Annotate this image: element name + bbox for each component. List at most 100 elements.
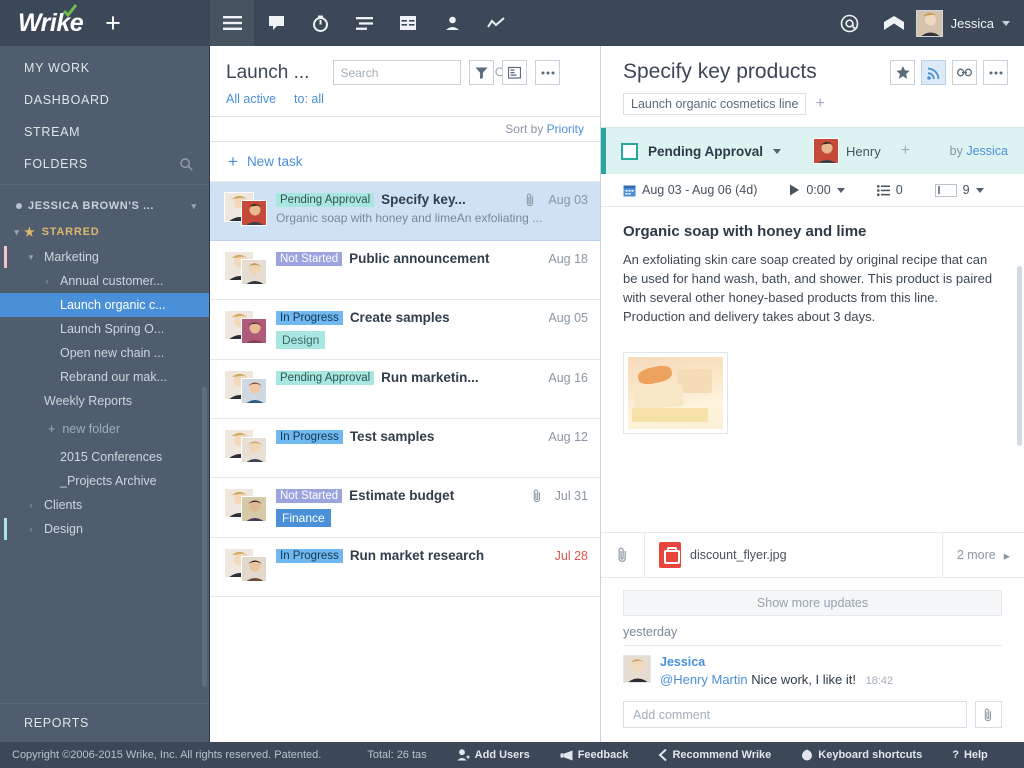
item-count[interactable]: 9	[935, 183, 984, 197]
tree-item-launch-organic[interactable]: Launch organic c...	[0, 293, 209, 317]
page-title[interactable]: Specify key products	[623, 60, 890, 84]
new-folder-button[interactable]: + new folder	[0, 413, 209, 445]
status-badge[interactable]: Pending Approval	[276, 193, 374, 207]
comment-input[interactable]	[623, 701, 967, 728]
more-attachments-button[interactable]: 2 more ▸	[942, 532, 1024, 578]
wrike-logo[interactable]: Wrike	[18, 9, 83, 38]
status-badge[interactable]: Not Started	[276, 252, 342, 266]
mentions-icon[interactable]	[828, 0, 872, 46]
filter-assignee[interactable]: to: all	[294, 92, 324, 106]
table-row[interactable]: Pending Approval Run marketin... Aug 16	[210, 360, 600, 419]
folder-view-button[interactable]	[502, 60, 527, 85]
chevron-down-icon[interactable]: ▾	[24, 252, 38, 263]
new-task-button[interactable]: + New task	[210, 142, 600, 182]
list-view-icon[interactable]	[210, 0, 254, 46]
status-badge[interactable]: In Progress	[276, 430, 343, 444]
chevron-right-icon[interactable]: ›	[40, 276, 54, 286]
status-badge[interactable]: Pending Approval	[276, 371, 374, 385]
chevron-down-icon[interactable]	[837, 188, 845, 193]
table-row[interactable]: Not Started Public announcement Aug 18	[210, 241, 600, 300]
tree-item-clients[interactable]: › Clients	[0, 493, 209, 517]
comment-author[interactable]: Jessica	[660, 655, 893, 669]
tree-item-rebrand[interactable]: Rebrand our mak...	[0, 365, 209, 389]
search-icon[interactable]	[180, 158, 193, 171]
table-row[interactable]: Pending Approval Specify key... Aug 03 O…	[210, 182, 600, 241]
tree-starred-row[interactable]: ▾ ★ STARRED	[0, 219, 209, 245]
description-image[interactable]	[623, 352, 728, 434]
table-icon[interactable]	[386, 0, 430, 46]
add-users-link[interactable]: Add Users	[457, 749, 530, 761]
chat-icon[interactable]	[254, 0, 298, 46]
table-row[interactable]: Not Started Estimate budget Jul 31 Finan…	[210, 478, 600, 538]
table-row[interactable]: In Progress Create samples Aug 05 Design	[210, 300, 600, 360]
tree-item-launch-spring[interactable]: Launch Spring O...	[0, 317, 209, 341]
more-options-button[interactable]	[983, 60, 1008, 85]
feedback-link[interactable]: Feedback	[560, 749, 629, 761]
chevron-right-icon[interactable]: ›	[24, 524, 38, 534]
tree-item-weekly-reports[interactable]: Weekly Reports	[0, 389, 209, 413]
status-badge[interactable]: Pending Approval	[648, 144, 763, 159]
attach-to-comment-button[interactable]	[975, 701, 1002, 728]
copy-link-button[interactable]	[952, 60, 977, 85]
tree-item-open-new-chain[interactable]: Open new chain ...	[0, 341, 209, 365]
follow-button[interactable]	[921, 60, 946, 85]
sidebar-item-reports[interactable]: REPORTS	[0, 703, 209, 742]
mention[interactable]: @Henry Martin	[660, 672, 748, 687]
user-menu[interactable]: Jessica	[916, 10, 1024, 37]
chevron-down-icon[interactable]: ▾	[187, 201, 201, 212]
sidebar-item-dashboard[interactable]: DASHBOARD	[0, 84, 209, 116]
chart-icon[interactable]	[474, 0, 518, 46]
tree-item-marketing[interactable]: ▾ Marketing	[0, 245, 209, 269]
person-icon[interactable]	[430, 0, 474, 46]
complete-checkbox[interactable]	[621, 143, 638, 160]
sort-value[interactable]: Priority	[547, 122, 584, 136]
chevron-down-icon[interactable]	[773, 149, 781, 154]
sidebar-item-my-work[interactable]: MY WORK	[0, 52, 209, 84]
tree-item-annual-customer[interactable]: › Annual customer...	[0, 269, 209, 293]
sidebar-item-folders[interactable]: FOLDERS	[0, 148, 209, 180]
subtask-count[interactable]: 0	[877, 183, 903, 197]
chevron-down-icon[interactable]	[976, 188, 984, 193]
recommend-link[interactable]: Recommend Wrike	[658, 749, 771, 761]
status-badge[interactable]: Not Started	[276, 489, 342, 503]
add-assignee-button[interactable]: +	[901, 143, 910, 159]
filter-button[interactable]	[469, 60, 494, 85]
shortcuts-link[interactable]: Keyboard shortcuts	[801, 749, 922, 761]
table-row[interactable]: In Progress Test samples Aug 12	[210, 419, 600, 478]
chevron-right-icon[interactable]: ›	[24, 500, 38, 510]
help-link[interactable]: ? Help	[952, 749, 988, 761]
tree-item-2015-conferences[interactable]: 2015 Conferences	[0, 445, 209, 469]
tree-item-projects-archive[interactable]: _Projects Archive	[0, 469, 209, 493]
task-tag[interactable]: Finance	[276, 509, 331, 527]
avatar	[916, 10, 943, 37]
tree-item-design[interactable]: › Design	[0, 517, 209, 541]
add-folder-button[interactable]: +	[815, 96, 824, 112]
status-badge[interactable]: In Progress	[276, 311, 343, 325]
sidebar-item-stream[interactable]: STREAM	[0, 116, 209, 148]
attachment-item[interactable]: discount_flyer.jpg	[645, 542, 942, 568]
by-user[interactable]: Jessica	[966, 144, 1008, 158]
timer-icon[interactable]	[298, 0, 342, 46]
create-button[interactable]: +	[105, 10, 121, 37]
folder-tag[interactable]: Launch organic cosmetics line	[623, 93, 806, 115]
tree-account-row[interactable]: JESSICA BROWN'S ... ▾	[0, 193, 209, 219]
sidebar-scrollbar[interactable]	[202, 387, 207, 687]
detail-scrollbar[interactable]	[1017, 266, 1022, 446]
avatar	[241, 496, 267, 522]
more-options-button[interactable]	[535, 60, 560, 85]
task-dates[interactable]: Aug 03 - Aug 06 (4d)	[623, 183, 757, 197]
timer-control[interactable]: 0:00	[789, 183, 844, 197]
filter-all-active[interactable]: All active	[226, 92, 276, 106]
search-box[interactable]	[333, 60, 461, 85]
task-tag[interactable]: Design	[276, 331, 325, 349]
show-more-updates-button[interactable]: Show more updates	[623, 590, 1002, 616]
status-badge[interactable]: In Progress	[276, 549, 343, 563]
inbox-icon[interactable]	[872, 0, 916, 46]
gantt-icon[interactable]	[342, 0, 386, 46]
task-description-area[interactable]: Organic soap with honey and lime An exfo…	[601, 207, 1024, 510]
add-attachment-button[interactable]	[601, 532, 645, 578]
assignee[interactable]: Henry	[813, 138, 881, 164]
table-row[interactable]: In Progress Run market research Jul 28	[210, 538, 600, 597]
star-button[interactable]	[890, 60, 915, 85]
chevron-down-icon[interactable]: ▾	[10, 227, 24, 238]
